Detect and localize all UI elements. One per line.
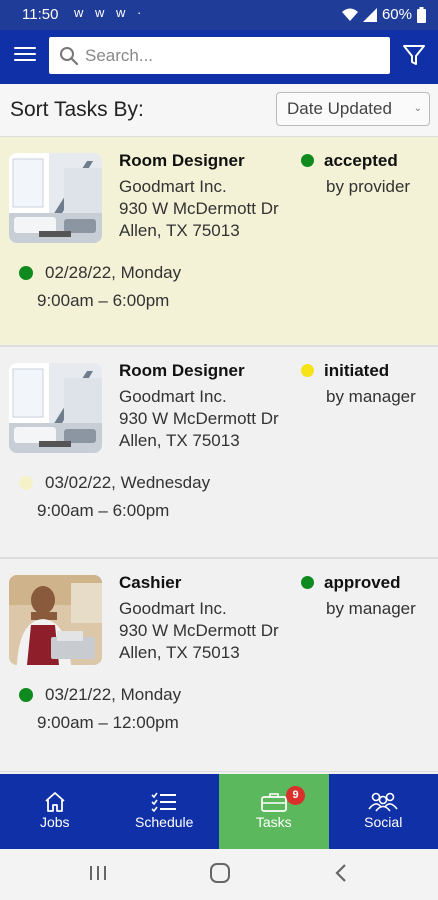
task-thumbnail (9, 363, 102, 453)
room-photo (9, 363, 102, 453)
task-title: Room Designer (119, 151, 245, 170)
task-card[interactable]: Cashier Goodmart Inc. 930 W McDermott Dr Al… (0, 558, 438, 772)
task-thumbnail (9, 153, 102, 243)
task-title: Room Designer (119, 361, 245, 380)
nav-schedule-label: Schedule (135, 814, 194, 830)
task-address-line2: Allen, TX 75013 (119, 221, 240, 240)
sort-bar: Sort Tasks By: Date Updated ⌄ (0, 84, 438, 136)
system-nav-bar (0, 849, 438, 900)
task-card[interactable]: Room Designer Goodmart Inc. 930 W McDermot… (0, 346, 438, 558)
task-status-by: by manager (326, 387, 416, 406)
notification-icons: ᴡ ᴡ ᴡ · (74, 5, 146, 20)
status-bar: 11:50 ᴡ ᴡ ᴡ · 60% (0, 0, 438, 30)
task-status: initiated (324, 361, 390, 380)
sort-selected-value: Date Updated (287, 99, 392, 118)
room-photo (9, 153, 102, 243)
sort-label: Sort Tasks By: (10, 98, 144, 121)
task-status-by: by manager (326, 599, 416, 618)
nav-social[interactable]: Social (329, 774, 438, 849)
filter-icon (403, 45, 425, 65)
task-card[interactable]: Room Designer Goodmart Inc. 930 W McDermot… (0, 136, 438, 346)
checklist-icon (151, 792, 177, 812)
status-time: 11:50 (22, 6, 59, 23)
task-status: accepted (324, 151, 398, 170)
date-dot (19, 266, 33, 280)
filter-button[interactable] (401, 42, 427, 68)
home-icon (45, 792, 65, 812)
task-hours: 9:00am – 6:00pm (37, 291, 170, 310)
search-box[interactable] (49, 37, 390, 74)
signal-icon (362, 7, 377, 22)
task-hours: 9:00am – 6:00pm (37, 501, 170, 520)
date-dot (19, 476, 33, 490)
task-address-line1: 930 W McDermott Dr (119, 199, 279, 218)
hamburger-icon (14, 47, 36, 49)
people-icon (368, 792, 398, 812)
task-address-line2: Allen, TX 75013 (119, 643, 240, 662)
task-thumbnail (9, 575, 102, 665)
status-dot (301, 154, 314, 167)
task-status-by: by provider (326, 177, 411, 196)
sort-dropdown[interactable]: Date Updated ⌄ (276, 92, 430, 126)
cashier-photo (9, 575, 102, 665)
task-date: 03/21/22, Monday (45, 685, 182, 704)
battery-level: 60% (381, 6, 412, 23)
task-company: Goodmart Inc. (119, 599, 227, 618)
task-status: approved (324, 573, 401, 592)
tasks-badge: 9 (286, 786, 305, 805)
recent-apps-icon[interactable] (88, 862, 108, 884)
search-input[interactable] (85, 45, 365, 66)
task-company: Goodmart Inc. (119, 387, 227, 406)
nav-social-label: Social (364, 814, 403, 830)
nav-tasks[interactable]: 9 Tasks (219, 774, 329, 849)
chevron-down-icon: ⌄ (413, 103, 422, 114)
briefcase-icon (260, 793, 287, 812)
status-dot (301, 576, 314, 589)
task-date: 03/02/22, Wednesday (45, 473, 211, 492)
task-address-line2: Allen, TX 75013 (119, 431, 240, 450)
search-icon (60, 46, 79, 65)
task-address-line1: 930 W McDermott Dr (119, 621, 279, 640)
nav-jobs-label: Jobs (39, 814, 70, 830)
nav-tasks-label: Tasks (255, 814, 292, 830)
task-hours: 9:00am – 12:00pm (37, 713, 179, 732)
battery-icon (417, 6, 426, 23)
bottom-nav: Jobs Schedule 9 Tasks Social (0, 774, 438, 849)
date-dot (19, 688, 33, 702)
nav-schedule[interactable]: Schedule (110, 774, 220, 849)
wifi-icon (341, 8, 358, 21)
back-icon[interactable] (333, 862, 349, 884)
task-company: Goodmart Inc. (119, 177, 227, 196)
app-bar (0, 30, 438, 84)
task-date: 02/28/22, Monday (45, 263, 182, 282)
menu-button[interactable] (14, 44, 36, 66)
status-dot (301, 364, 314, 377)
task-title: Cashier (119, 573, 182, 592)
home-button-icon[interactable] (209, 862, 231, 884)
task-address-line1: 930 W McDermott Dr (119, 409, 279, 428)
nav-jobs[interactable]: Jobs (0, 774, 110, 849)
